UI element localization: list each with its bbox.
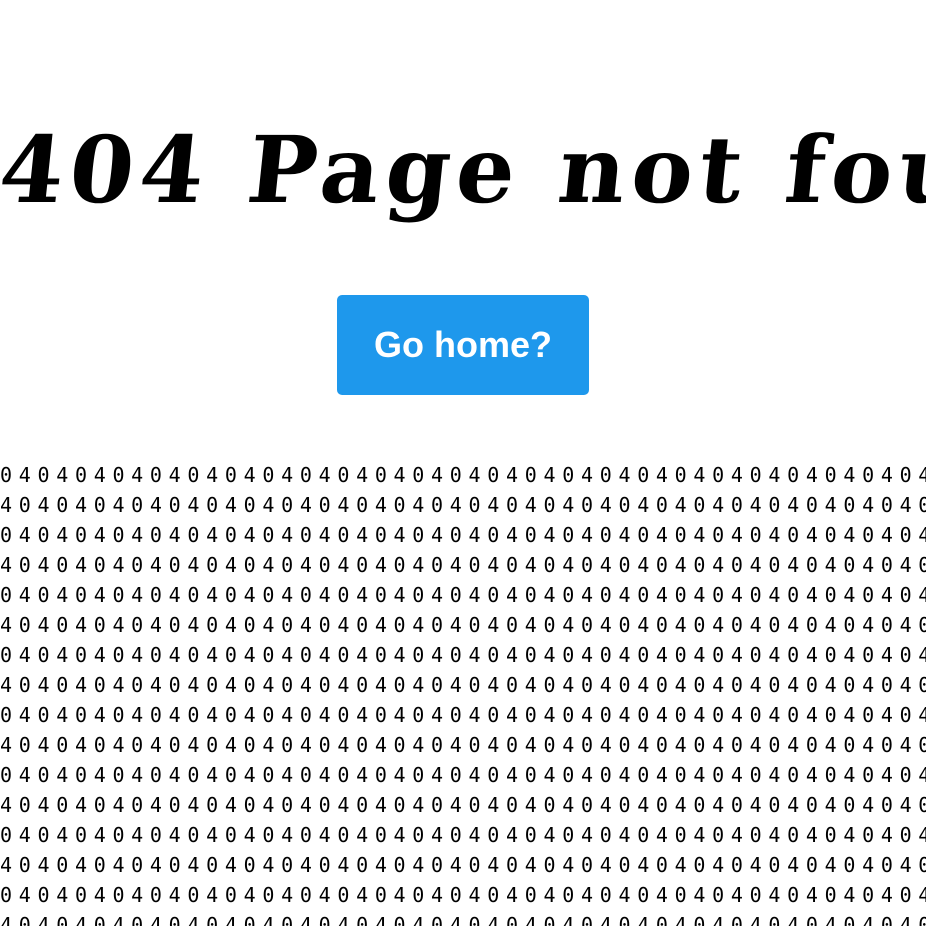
pattern-row: 4040404040404040404040404040404040404040… [0, 673, 926, 697]
pattern-row: 0404040404040404040404040404040404040404… [0, 463, 926, 487]
pattern-row: 4040404040404040404040404040404040404040… [0, 913, 926, 926]
pattern-row: 0404040404040404040404040404040404040404… [0, 763, 926, 787]
pattern-row: 4040404040404040404040404040404040404040… [0, 853, 926, 877]
go-home-button[interactable]: Go home? [337, 295, 589, 395]
pattern-row: 0404040404040404040404040404040404040404… [0, 883, 926, 907]
pattern-row: 0404040404040404040404040404040404040404… [0, 643, 926, 667]
page-title: 404 Page not found [0, 116, 926, 224]
pattern-row: 4040404040404040404040404040404040404040… [0, 793, 926, 817]
pattern-row: 4040404040404040404040404040404040404040… [0, 493, 926, 517]
pattern-row: 0404040404040404040404040404040404040404… [0, 703, 926, 727]
error-page: 404 Page not found Go home? 040404040404… [0, 0, 926, 926]
pattern-row: 4040404040404040404040404040404040404040… [0, 553, 926, 577]
pattern-row: 0404040404040404040404040404040404040404… [0, 823, 926, 847]
background-404-pattern: 0404040404040404040404040404040404040404… [0, 460, 926, 926]
pattern-row: 0404040404040404040404040404040404040404… [0, 523, 926, 547]
pattern-row: 4040404040404040404040404040404040404040… [0, 733, 926, 757]
pattern-row: 4040404040404040404040404040404040404040… [0, 613, 926, 637]
pattern-row: 0404040404040404040404040404040404040404… [0, 583, 926, 607]
